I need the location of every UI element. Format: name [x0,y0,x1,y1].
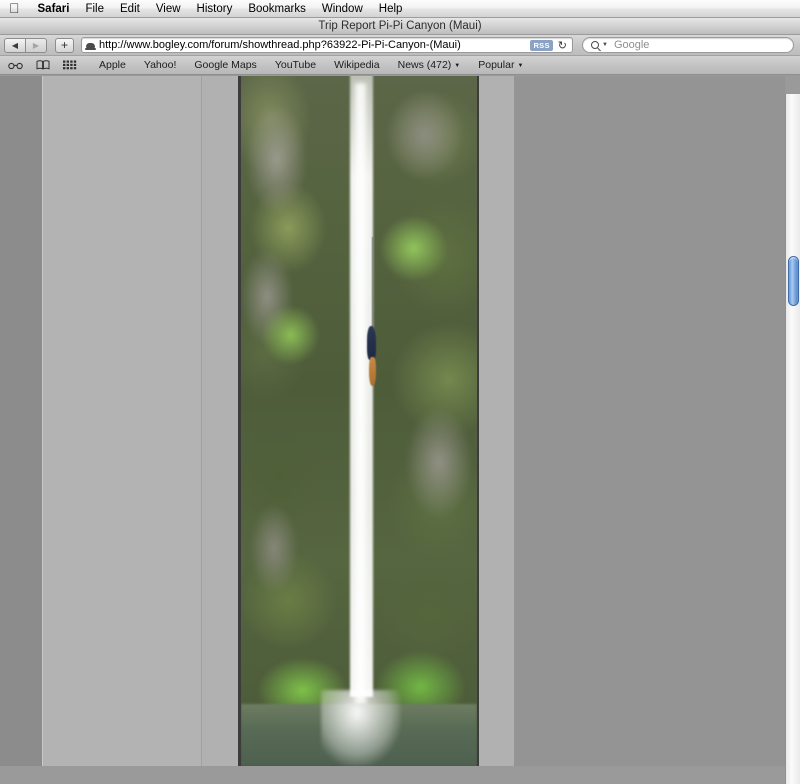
address-bar-url: http://www.bogley.com/forum/showthread.p… [99,39,461,51]
website-favicon-icon [85,40,96,51]
macos-menu-bar:  Safari File Edit View History Bookmark… [0,0,800,18]
back-arrow-icon: ◀ [11,40,19,50]
photo-frame [238,76,478,766]
forward-arrow-icon: ▶ [32,40,40,50]
bookmark-apple[interactable]: Apple [90,59,135,71]
scroll-down-button[interactable] [786,770,800,784]
rappel-rope [372,236,373,332]
search-field[interactable]: ▼ Google [582,37,794,53]
bookmark-google-maps[interactable]: Google Maps [185,59,265,71]
book-icon[interactable] [36,60,50,70]
page-sidebar: point rappel river rocks rope ruins salt… [514,76,785,766]
web-page-content[interactable]: point rappel river rocks rope ruins salt… [0,76,785,766]
bookmark-label: Popular [478,59,515,71]
rock-patch [250,503,298,594]
menu-item-view[interactable]: View [148,0,189,18]
menu-item-help[interactable]: Help [371,0,411,18]
search-input[interactable]: Google [614,39,649,51]
chevron-down-icon: ▼ [454,63,461,69]
grid-icon[interactable] [63,60,77,70]
scrollbar-thumb[interactable] [788,256,799,306]
bookmark-yahoo[interactable]: Yahoo! [135,59,186,71]
menu-item-edit[interactable]: Edit [112,0,148,18]
menu-item-file[interactable]: File [77,0,112,18]
waterfall-photo[interactable] [241,76,477,766]
reload-icon[interactable]: ↻ [556,39,569,52]
canyoneer-torso [367,325,377,361]
menu-item-safari[interactable]: Safari [30,0,78,18]
address-bar[interactable]: http://www.bogley.com/forum/showthread.p… [81,37,573,53]
back-button[interactable]: ◀ [4,37,26,53]
safari-window: Trip Report Pi-Pi Canyon (Maui) ◀ ▶ + ht… [0,18,800,784]
fern-cluster [377,214,449,283]
window-title-bar[interactable]: Trip Report Pi-Pi Canyon (Maui) [0,18,800,35]
menu-item-history[interactable]: History [189,0,241,18]
rock-patch [406,407,473,518]
page-left-column [42,76,201,766]
search-icon [591,41,599,49]
chevron-down-icon[interactable]: ▼ [602,42,608,48]
bookmark-label: Wikipedia [334,59,380,71]
waterfall-splash [321,690,402,766]
vertical-scrollbar[interactable] [785,94,800,784]
canyoneer-legs [368,356,376,387]
forward-button[interactable]: ▶ [25,37,47,53]
bookmark-news[interactable]: News (472) ▼ [389,59,470,71]
page-title: Trip Report Pi-Pi Canyon (Maui) [318,20,482,32]
page-right-column [478,76,514,766]
browser-toolbar: ◀ ▶ + http://www.bogley.com/forum/showth… [0,35,800,56]
bookmark-label: Google Maps [194,59,257,71]
bookmark-popular[interactable]: Popular ▼ [469,59,532,71]
glasses-icon[interactable] [8,61,23,70]
chevron-down-icon: ▼ [517,63,524,69]
rock-patch [245,103,308,214]
rappelling-canyoneer [366,236,379,387]
bookmark-label: Apple [99,59,126,71]
waterfall-stream-core [355,82,367,704]
new-tab-button[interactable]: + [55,37,74,53]
page-inner-column [201,76,238,766]
page-left-gutter [0,76,42,766]
apple-logo-icon[interactable]:  [9,1,20,15]
bookmark-label: News (472) [397,59,452,71]
bookmarks-bar: Apple Yahoo! Google Maps YouTube Wikiped… [0,56,800,75]
rock-patch [387,89,463,180]
rss-badge[interactable]: RSS [530,39,553,51]
menu-item-bookmarks[interactable]: Bookmarks [240,0,314,18]
fern-cluster [259,303,322,366]
menu-item-window[interactable]: Window [314,0,371,18]
bookmark-wikipedia[interactable]: Wikipedia [325,59,389,71]
bookmark-label: Yahoo! [143,59,177,71]
bookmark-label: YouTube [274,59,317,71]
scroll-up-button[interactable] [786,94,800,108]
bookmark-youtube[interactable]: YouTube [266,59,325,71]
plus-icon: + [60,38,68,52]
